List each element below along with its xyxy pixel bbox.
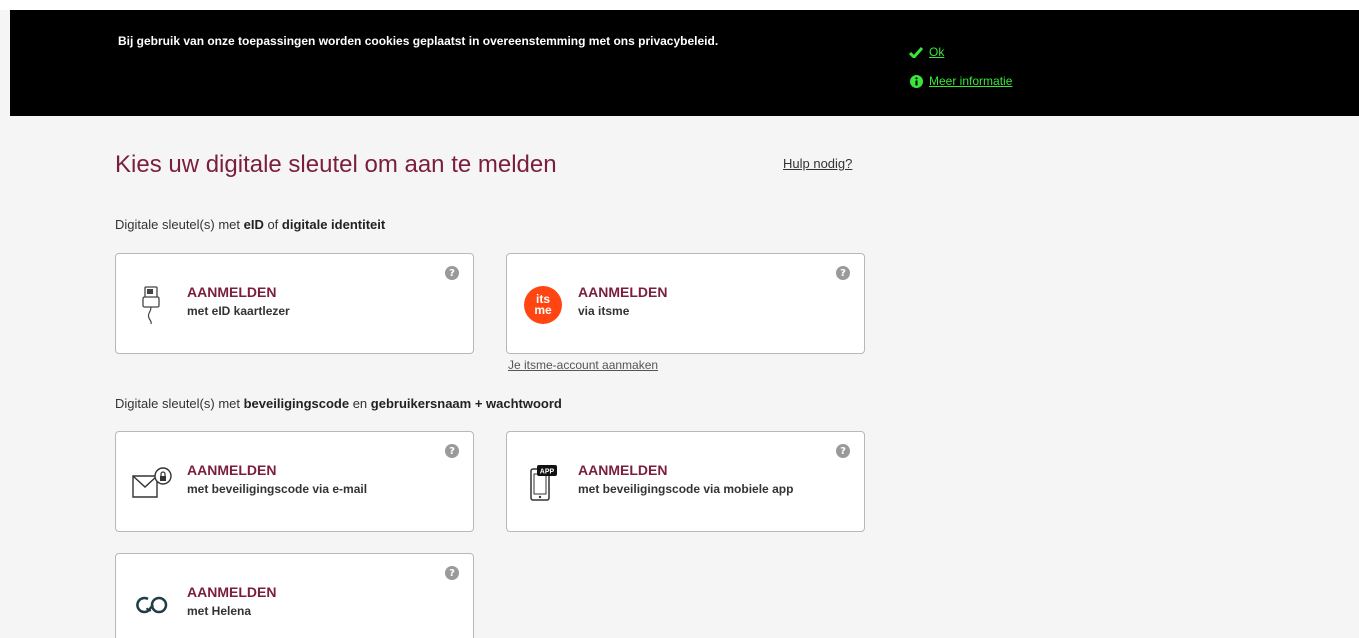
help-question-icon[interactable]: ? — [445, 444, 459, 458]
card-title: AANMELDEN — [187, 284, 277, 300]
page-title: Kies uw digitale sleutel om aan te melde… — [115, 151, 557, 178]
section-2-bold-2: gebruikersnaam + wachtwoord — [370, 396, 562, 411]
section-1-mid: of — [263, 217, 282, 232]
checkmark-icon — [906, 46, 926, 58]
help-question-icon[interactable]: ? — [445, 266, 459, 280]
help-question-icon[interactable]: ? — [445, 566, 459, 580]
cookie-more-info-link[interactable]: Meer informatie — [929, 74, 1012, 88]
login-card-email[interactable]: AANMELDEN met beveiligingscode via e-mai… — [115, 431, 474, 532]
login-card-itsme[interactable]: its me AANMELDEN via itsme ? — [506, 253, 865, 354]
itsme-create-account-link[interactable]: Je itsme-account aanmaken — [508, 358, 658, 372]
login-card-mobile-app[interactable]: APP AANMELDEN met beveiligingscode via m… — [506, 431, 865, 532]
cookie-ok-row: Ok — [906, 45, 944, 59]
section-2-prefix: Digitale sleutel(s) met — [115, 396, 244, 411]
section-label-code: Digitale sleutel(s) met beveiligingscode… — [115, 396, 562, 411]
section-1-bold-2: digitale identiteit — [281, 217, 386, 232]
section-label-eid: Digitale sleutel(s) met eID of digitale … — [115, 217, 385, 232]
card-title: AANMELDEN — [187, 462, 277, 478]
itsme-logo: its me — [524, 286, 562, 324]
card-title: AANMELDEN — [187, 584, 277, 600]
itsme-logo-bottom: me — [534, 303, 552, 317]
card-title: AANMELDEN — [578, 284, 668, 300]
info-icon — [906, 74, 926, 88]
mobile-app-icon: APP — [521, 458, 565, 508]
cookie-banner: Bij gebruik van onze toepassingen worden… — [10, 10, 1359, 116]
helena-icon — [130, 580, 174, 630]
card-subtitle: via itsme — [578, 304, 630, 318]
app-badge-text: APP — [540, 469, 555, 476]
mail-lock-icon — [130, 458, 174, 508]
cookie-text: Bij gebruik van onze toepassingen worden… — [118, 34, 719, 48]
section-2-bold-1: beveiligingscode — [243, 396, 350, 411]
login-card-helena[interactable]: AANMELDEN met Helena ? — [115, 553, 474, 638]
cookie-ok-link[interactable]: Ok — [929, 45, 944, 59]
page: Bij gebruik van onze toepassingen worden… — [0, 0, 1359, 638]
card-subtitle: met beveiligingscode via mobiele app — [578, 482, 794, 496]
section-2-mid: en — [349, 396, 371, 411]
card-subtitle: met beveiligingscode via e-mail — [187, 482, 368, 496]
card-subtitle: met Helena — [187, 604, 252, 618]
section-1-prefix: Digitale sleutel(s) met — [115, 217, 244, 232]
section-1-bold-1: eID — [243, 217, 264, 232]
help-question-icon[interactable]: ? — [836, 266, 850, 280]
cookie-info-row: Meer informatie — [906, 74, 1012, 88]
card-reader-icon — [130, 280, 174, 330]
top-strip — [0, 0, 1359, 10]
card-subtitle: met eID kaartlezer — [187, 304, 290, 318]
help-link[interactable]: Hulp nodig? — [783, 156, 852, 171]
help-question-icon[interactable]: ? — [836, 444, 850, 458]
itsme-icon: its me — [521, 280, 565, 330]
login-card-eid[interactable]: AANMELDEN met eID kaartlezer ? — [115, 253, 474, 354]
card-title: AANMELDEN — [578, 462, 668, 478]
